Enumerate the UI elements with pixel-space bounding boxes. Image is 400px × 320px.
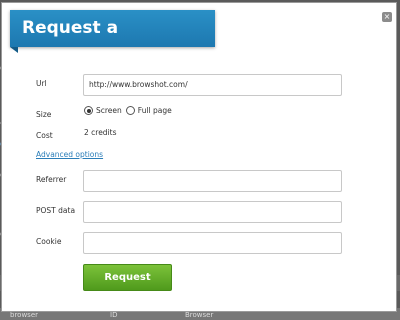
full-page-radio-label[interactable]: Full page [138, 106, 172, 115]
screen-radio-label[interactable]: Screen [96, 106, 122, 115]
cookie-input[interactable] [83, 232, 342, 254]
bg-col: Browser [185, 311, 214, 319]
title-banner-notch [10, 47, 18, 53]
cost-label: Cost [36, 131, 53, 140]
size-options: Screen Full page [84, 106, 176, 115]
post-data-input[interactable] [83, 201, 342, 223]
cookie-label: Cookie [36, 237, 62, 246]
referrer-label: Referrer [36, 175, 67, 184]
dialog-title: Request a screenshot [10, 10, 215, 75]
size-label: Size [36, 110, 52, 119]
advanced-options-link[interactable]: Advanced options [36, 150, 103, 159]
close-icon[interactable]: × [382, 12, 392, 22]
radio-selected-dot [86, 108, 91, 113]
url-label: Url [36, 79, 47, 88]
post-data-label: POST data [36, 206, 76, 215]
full-page-radio[interactable] [125, 106, 135, 115]
screen-radio[interactable] [84, 106, 93, 115]
bg-col: browser [10, 311, 39, 319]
request-button[interactable]: Request [83, 264, 172, 291]
referrer-input[interactable] [83, 170, 342, 192]
bg-col: ID [110, 311, 118, 319]
url-input[interactable]: http://www.browshot.com/ [83, 74, 342, 96]
cost-value: 2 credits [84, 128, 117, 137]
